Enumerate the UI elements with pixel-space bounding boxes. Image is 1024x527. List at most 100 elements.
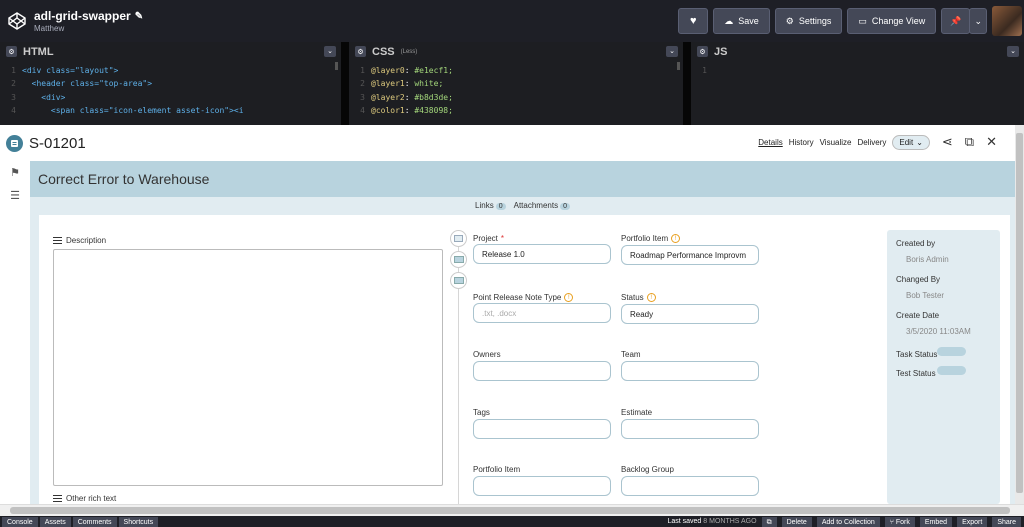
list-icon[interactable]: ☰ <box>8 189 22 203</box>
description-label-text: Description <box>66 236 107 245</box>
js-settings-icon[interactable]: ⚙ <box>697 46 708 57</box>
info-icon[interactable]: ! <box>646 293 656 302</box>
html-code[interactable]: 1 <div class="layout"> 2 <header class="t… <box>0 61 341 118</box>
code-var: @layer2 <box>371 92 405 102</box>
user-avatar[interactable] <box>992 6 1022 36</box>
pen-title[interactable]: adl-grid-swapper <box>34 9 131 23</box>
attachments-tab[interactable]: Attachments 0 <box>514 201 570 210</box>
rich-text-icon <box>53 495 62 502</box>
code-line: 1 @layer0: #e1ecf1; <box>349 64 683 77</box>
layout-icon: ▭ <box>858 15 867 26</box>
js-editor-title: JS <box>714 45 728 58</box>
portfolio-item2-field[interactable] <box>473 476 611 496</box>
edit-dropdown-button[interactable]: Edit ⌄ <box>892 134 930 150</box>
scrollbar-thumb[interactable] <box>1016 133 1023 493</box>
console-button[interactable]: Console <box>2 516 38 527</box>
html-editor-header: ⚙ HTML ⌄ <box>0 42 341 61</box>
more-dropdown-button[interactable]: ⌄ <box>969 8 987 34</box>
line-number: 2 <box>11 79 16 89</box>
tab-delivery[interactable]: Delivery <box>857 138 886 147</box>
scrollbar-thumb[interactable] <box>10 507 1010 514</box>
css-editor-header: ⚙ CSS (Less) ⌄ <box>349 42 683 61</box>
embed-button[interactable]: Embed <box>919 516 953 527</box>
line-number: 1 <box>702 66 707 75</box>
description-editor[interactable] <box>53 249 443 486</box>
line-number: 4 <box>360 105 365 115</box>
share-icon[interactable]: ⋖ <box>942 134 953 150</box>
info-icon[interactable]: ! <box>671 234 681 243</box>
shortcuts-button[interactable]: Shortcuts <box>118 516 159 527</box>
js-editor[interactable]: ⚙ JS ⌄ 1 <box>691 42 1024 125</box>
tab-history[interactable]: History <box>789 138 814 147</box>
love-button[interactable]: ♥ <box>678 8 709 34</box>
status-label-text: Status <box>621 293 644 302</box>
code-line: 4 @color1: #438098; <box>349 104 683 117</box>
point-release-label-text: Point Release Note Type <box>473 293 562 302</box>
save-button[interactable]: ☁ Save <box>713 8 770 34</box>
info-icon[interactable]: ! <box>564 293 574 302</box>
estimate-field[interactable] <box>621 419 759 439</box>
css-editor[interactable]: ⚙ CSS (Less) ⌄ 1 @layer0: #e1ecf1; 2 @laye… <box>349 42 683 125</box>
fork-button[interactable]: ⑂ Fork <box>884 516 915 527</box>
settings-button[interactable]: ⚙ Settings <box>774 8 843 34</box>
html-scrollbar[interactable] <box>335 62 338 70</box>
open-external-icon[interactable]: ⧉ <box>965 134 974 150</box>
edit-pencil-icon[interactable]: ✎ <box>135 11 143 22</box>
asset-type-icon <box>6 134 23 152</box>
preview-horizontal-scrollbar[interactable] <box>0 504 1024 516</box>
asset-title[interactable]: Correct Error to Warehouse <box>38 171 209 187</box>
tab-details[interactable]: Details <box>758 138 782 147</box>
add-to-collection-button[interactable]: Add to Collection <box>816 516 880 527</box>
point-release-field[interactable]: .txt, .docx <box>473 303 611 323</box>
code-line: 1 <box>691 64 1024 77</box>
create-date-value: 3/5/2020 11:03AM <box>906 327 971 336</box>
test-status-pill[interactable] <box>937 366 966 375</box>
preview-vertical-scrollbar[interactable] <box>1015 125 1024 504</box>
tab-visualize[interactable]: Visualize <box>820 138 852 147</box>
comments-button[interactable]: Comments <box>72 516 117 527</box>
delete-button[interactable]: Delete <box>781 516 812 527</box>
css-scrollbar[interactable] <box>677 62 680 70</box>
edit-label: Edit <box>899 137 914 147</box>
layout-stack-icon[interactable] <box>450 272 467 289</box>
point-release-label: Point Release Note Type! <box>473 293 574 302</box>
js-chevron-icon[interactable]: ⌄ <box>1007 46 1019 57</box>
html-editor-title: HTML <box>23 45 54 58</box>
backlog-group-field[interactable] <box>621 476 759 496</box>
team-field[interactable] <box>621 361 759 381</box>
tags-field[interactable] <box>473 419 611 439</box>
html-settings-icon[interactable]: ⚙ <box>6 46 17 57</box>
js-code[interactable]: 1 <box>691 61 1024 78</box>
codepen-logo-icon[interactable] <box>4 8 30 34</box>
css-code[interactable]: 1 @layer0: #e1ecf1; 2 @layer1: white; 3 @la… <box>349 61 683 118</box>
estimate-label: Estimate <box>621 408 653 417</box>
open-external-icon[interactable]: ⧉ <box>761 516 777 527</box>
task-status-pill[interactable] <box>937 347 966 356</box>
css-chevron-icon[interactable]: ⌄ <box>666 46 678 57</box>
fork-label: Fork <box>895 518 910 526</box>
pen-author[interactable]: Matthew <box>34 24 143 33</box>
project-field[interactable]: Release 1.0 <box>473 244 611 264</box>
share-button[interactable]: Share <box>992 516 1021 527</box>
other-rich-text-text: Other rich text <box>66 494 117 503</box>
close-icon[interactable]: ✕ <box>986 134 997 150</box>
html-editor[interactable]: ⚙ HTML ⌄ 1 <div class="layout"> 2 <header… <box>0 42 341 125</box>
layout-rows-icon[interactable] <box>450 251 467 268</box>
links-tab[interactable]: Links 0 <box>475 201 506 210</box>
line-number: 2 <box>360 79 365 89</box>
required-marker: * <box>500 234 505 243</box>
portfolio-item-field[interactable]: Roadmap Performance Improvm <box>621 245 759 265</box>
html-chevron-icon[interactable]: ⌄ <box>324 46 336 57</box>
export-button[interactable]: Export <box>957 516 988 527</box>
css-settings-icon[interactable]: ⚙ <box>355 46 366 57</box>
asset-header: S-01201 Details History Visualize Delive… <box>0 125 1015 161</box>
layout-columns-icon[interactable] <box>450 230 467 247</box>
owners-field[interactable] <box>473 361 611 381</box>
status-field[interactable]: Ready <box>621 304 759 324</box>
flag-icon[interactable]: ⚑ <box>8 166 22 180</box>
css-editor-title: CSS <box>372 45 395 58</box>
pin-button[interactable]: 📌 <box>941 8 971 34</box>
chevron-down-icon: ⌄ <box>974 15 982 26</box>
change-view-button[interactable]: ▭ Change View <box>847 8 937 34</box>
assets-button[interactable]: Assets <box>39 516 71 527</box>
